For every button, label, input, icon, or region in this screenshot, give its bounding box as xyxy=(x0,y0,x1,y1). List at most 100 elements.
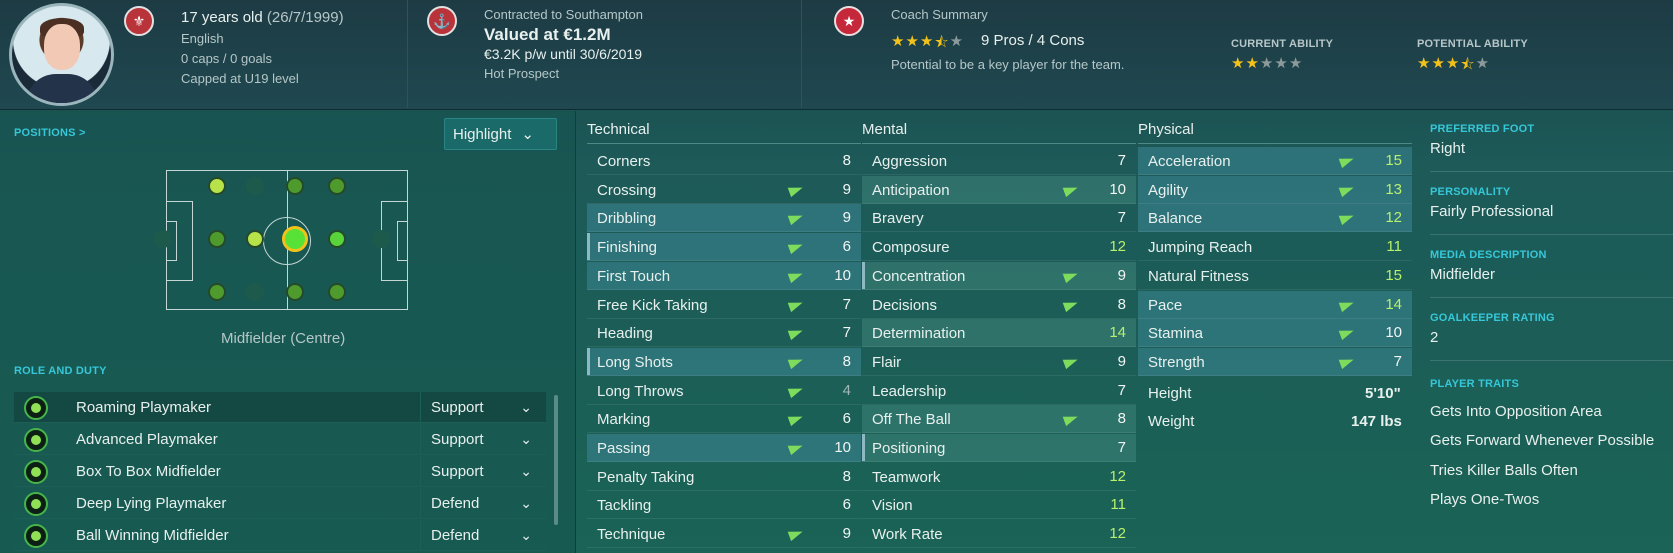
attribute-row[interactable]: Aggression 7 xyxy=(862,147,1136,175)
attribute-row[interactable]: Long Shots 8 xyxy=(587,347,861,376)
attribute-value: 15 xyxy=(1385,152,1402,169)
progress-arrow-icon xyxy=(787,440,805,456)
chevron-down-icon: ⌄ xyxy=(520,463,532,479)
pros-cons[interactable]: 9 Pros / 4 Cons xyxy=(981,32,1084,49)
duty-dropdown[interactable]: Defend ⌄ xyxy=(420,520,546,551)
attribute-row[interactable]: Bravery 7 xyxy=(862,204,1136,233)
chevron-down-icon: ⌄ xyxy=(521,126,534,143)
attribute-row[interactable]: Vision 11 xyxy=(862,491,1136,520)
role-row[interactable]: Box To Box Midfielder Support ⌄ xyxy=(14,456,546,487)
positions-link[interactable]: POSITIONS > xyxy=(14,127,86,139)
attribute-row[interactable]: Natural Fitness 15 xyxy=(1138,262,1412,290)
attribute-row[interactable]: Balance 12 xyxy=(1138,204,1412,233)
attribute-row[interactable]: Pace 14 xyxy=(1138,290,1412,319)
position-dot[interactable] xyxy=(328,230,346,248)
position-dot[interactable] xyxy=(372,230,390,248)
position-dot[interactable] xyxy=(286,283,304,301)
attribute-row[interactable]: Acceleration 15 xyxy=(1138,147,1412,175)
player-header: ⚜ 17 years old (26/7/1999) English 0 cap… xyxy=(0,0,1673,110)
position-dot[interactable] xyxy=(328,177,346,195)
attribute-name: Teamwork xyxy=(872,468,941,486)
position-dot[interactable] xyxy=(246,177,264,195)
role-icon xyxy=(24,428,48,452)
role-row[interactable]: Ball Winning Midfielder Defend ⌄ xyxy=(14,520,546,551)
role-row[interactable]: Roaming Playmaker Support ⌄ xyxy=(14,392,546,423)
technical-header: Technical xyxy=(587,121,650,138)
attribute-row[interactable]: Determination 14 xyxy=(862,319,1136,348)
attribute-row[interactable]: Corners 8 xyxy=(587,147,861,175)
attribute-row[interactable]: Penalty Taking 8 xyxy=(587,463,861,491)
attribute-row[interactable]: Work Rate 12 xyxy=(862,520,1136,549)
attribute-name: Balance xyxy=(1148,210,1203,228)
progress-arrow-icon xyxy=(787,326,805,341)
player-age: 17 years old (26/7/1999) xyxy=(181,9,344,26)
player-trait: Plays One-Twos xyxy=(1430,491,1540,508)
attribute-row[interactable]: Off The Ball 8 xyxy=(862,405,1136,434)
duty-dropdown[interactable]: Support ⌄ xyxy=(420,424,546,455)
attribute-row[interactable]: Positioning 7 xyxy=(862,434,1136,462)
attribute-row[interactable]: Teamwork 12 xyxy=(862,463,1136,491)
attribute-row[interactable]: Crossing 9 xyxy=(587,176,861,204)
england-crest-icon[interactable]: ⚜ xyxy=(124,6,154,36)
attribute-row[interactable]: Jumping Reach 11 xyxy=(1138,233,1412,262)
position-dot[interactable] xyxy=(246,283,264,301)
position-dot[interactable] xyxy=(208,283,226,301)
duty-dropdown[interactable]: Support ⌄ xyxy=(420,456,546,487)
attribute-name: Decisions xyxy=(872,296,938,314)
coach-star-icon: ★ xyxy=(834,6,864,36)
attribute-row[interactable]: Free Kick Taking 7 xyxy=(587,291,861,319)
player-caps: 0 caps / 0 goals xyxy=(181,51,273,66)
attribute-row[interactable]: Strength 7 xyxy=(1138,347,1412,376)
attribute-value: 8 xyxy=(842,152,851,169)
progress-arrow-icon xyxy=(1338,153,1356,169)
attribute-row[interactable]: Heading 7 xyxy=(587,319,861,348)
attribute-row[interactable]: Technique 9 xyxy=(587,520,861,549)
position-dot[interactable] xyxy=(208,230,226,248)
progress-arrow-icon xyxy=(1062,268,1080,283)
attribute-row[interactable]: Decisions 8 xyxy=(862,291,1136,319)
role-row[interactable]: Advanced Playmaker Support ⌄ xyxy=(14,424,546,455)
attribute-row[interactable]: Leadership 7 xyxy=(862,377,1136,405)
role-icon xyxy=(24,396,48,420)
attribute-row[interactable]: Anticipation 10 xyxy=(862,175,1136,204)
attribute-row[interactable]: Tackling 6 xyxy=(587,491,861,520)
highlight-dropdown[interactable]: Highlight ⌄ xyxy=(444,118,557,150)
attribute-name: Determination xyxy=(872,325,966,343)
player-trait: Tries Killer Balls Often xyxy=(1430,462,1578,479)
roles-scrollbar[interactable] xyxy=(554,395,558,525)
attribute-row[interactable]: Agility 13 xyxy=(1138,175,1412,204)
attribute-name: Anticipation xyxy=(872,181,950,199)
position-dot[interactable] xyxy=(246,230,264,248)
progress-arrow-icon xyxy=(1062,297,1080,312)
southampton-crest-icon[interactable]: ⚓ xyxy=(427,6,457,36)
attribute-row[interactable]: Marking 6 xyxy=(587,405,861,434)
attribute-row[interactable]: First Touch 10 xyxy=(587,261,861,290)
attribute-row[interactable]: Finishing 6 xyxy=(587,233,861,262)
duty-dropdown[interactable]: Defend ⌄ xyxy=(420,488,546,519)
attribute-value: 9 xyxy=(842,525,851,543)
attribute-value: 6 xyxy=(842,496,851,514)
role-row[interactable]: Deep Lying Playmaker Defend ⌄ xyxy=(14,488,546,519)
position-dot[interactable] xyxy=(286,177,304,195)
position-dot[interactable] xyxy=(328,283,346,301)
attribute-row[interactable]: Composure 12 xyxy=(862,233,1136,262)
attribute-row[interactable]: Passing 10 xyxy=(587,434,861,462)
attribute-name: Vision xyxy=(872,497,913,515)
height-value: 5'10" xyxy=(1365,385,1401,402)
position-dot[interactable] xyxy=(154,230,172,248)
attribute-row[interactable]: Dribbling 9 xyxy=(587,204,861,233)
duty-dropdown[interactable]: Support ⌄ xyxy=(420,392,546,423)
attribute-row[interactable]: Flair 9 xyxy=(862,348,1136,376)
attribute-name: Dribbling xyxy=(597,210,657,228)
attribute-row[interactable]: Concentration 9 xyxy=(862,261,1136,290)
selected-position-dot[interactable] xyxy=(282,226,308,252)
position-dot[interactable] xyxy=(208,177,226,195)
current-ability-stars: ★ ★ ★ ★ ★ xyxy=(1231,55,1303,72)
progress-arrow-icon xyxy=(787,354,805,369)
contract-club[interactable]: Contracted to Southampton xyxy=(484,7,643,22)
height-label: Height xyxy=(1148,385,1192,402)
attribute-name: First Touch xyxy=(597,267,671,285)
attribute-row[interactable]: Stamina 10 xyxy=(1138,319,1412,348)
role-name: Roaming Playmaker xyxy=(76,399,212,416)
attribute-row[interactable]: Long Throws 4 xyxy=(587,377,861,405)
